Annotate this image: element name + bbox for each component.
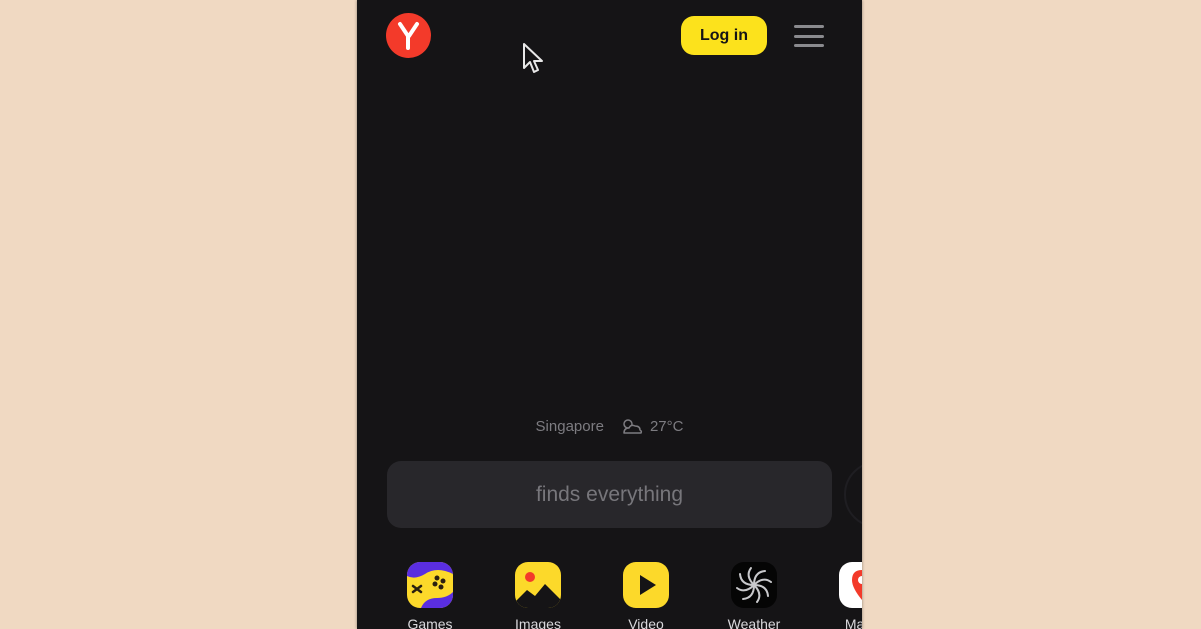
yandex-logo[interactable] [386,13,431,58]
play-icon [623,562,669,608]
service-label: Games [407,616,453,629]
service-label: Maps [844,616,862,629]
service-games[interactable]: Games [385,562,475,629]
service-weather[interactable]: Weather [709,562,799,629]
service-images[interactable]: Images [493,562,583,629]
image-icon [515,562,561,608]
hamburger-menu-icon[interactable] [790,22,828,50]
services-row: Games Images Video Weather Ma [357,562,862,629]
background-left-panel [0,0,357,629]
weather-temperature: 27°C [649,417,684,435]
service-label: Video [628,616,664,629]
mouse-cursor-icon [523,43,543,73]
service-label: Weather [727,616,781,629]
login-button[interactable]: Log in [681,16,767,55]
partly-cloudy-icon [623,419,643,434]
service-label: Images [515,616,561,629]
search-input[interactable]: finds everything [387,461,832,528]
voice-search-button[interactable] [844,461,862,528]
weather-widget[interactable]: Singapore 27°C [357,414,862,438]
background-right-panel [862,0,1201,629]
weather-city: Singapore [535,417,604,435]
map-pin-icon [839,562,862,608]
gamepad-icon [407,562,453,608]
service-video[interactable]: Video [601,562,691,629]
swirl-icon [731,562,777,608]
search-placeholder: finds everything [535,482,684,506]
mobile-viewport: Log in Singapore 27°C finds everything G… [357,0,862,629]
service-maps[interactable]: Maps [817,562,862,629]
yandex-y-icon [397,21,419,50]
